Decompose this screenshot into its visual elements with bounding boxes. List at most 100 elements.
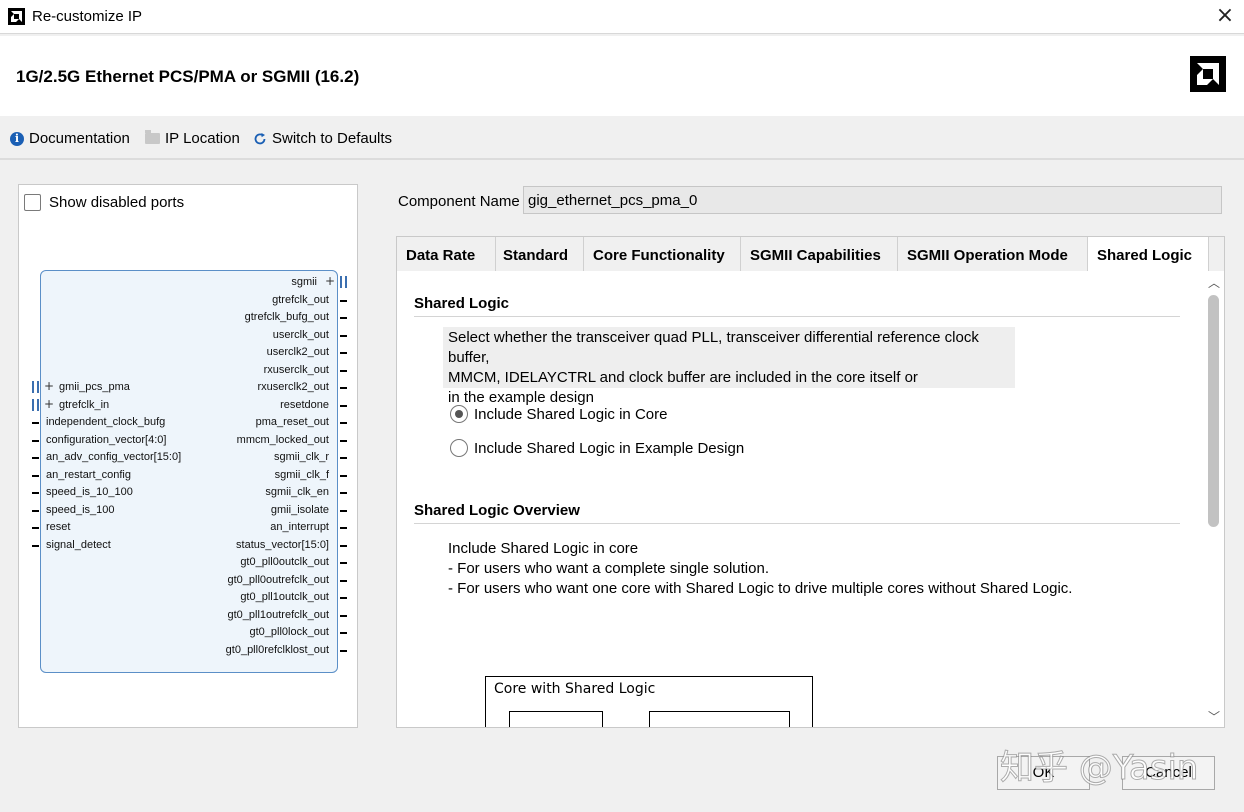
port-label-an-restart-config: an_restart_config [46,468,131,481]
overview-line: Include Shared Logic in core [448,540,639,557]
refresh-icon [253,132,267,146]
port-pin [340,439,347,442]
port-pin [340,579,347,582]
port-pin [340,544,347,547]
close-icon[interactable]: × [1214,5,1236,28]
port-label-sgmii: sgmii [291,276,317,288]
shared-logic-heading: Shared Logic [414,295,510,312]
tab-sgmii-operation-mode[interactable]: SGMII Operation Mode [898,237,1088,271]
port-pin [340,562,347,564]
amd-logo-icon [8,8,25,25]
documentation-button[interactable]: i Documentation [10,130,130,147]
shared-logic-page: Shared Logic Select whether the transcei… [397,271,1205,727]
port-pin [340,632,347,634]
port-label-gtrefclk-out: gtrefclk_out [272,293,329,306]
radio-label: Include Shared Logic in Core [474,405,668,423]
port-pin [340,387,347,389]
radio-label: Include Shared Logic in Example Design [474,439,745,457]
port-pin [340,614,347,617]
radio-shared-logic-in-example[interactable]: Include Shared Logic in Example Design [450,439,744,457]
tab-shared-logic[interactable]: Shared Logic [1088,237,1209,271]
port-pin [32,422,39,424]
diagram-box [649,711,790,727]
component-name-input[interactable] [523,186,1222,214]
ip-symbol-panel: Show disabled ports sgmii + gtrefclk_outgt… [18,184,358,728]
shared-logic-overview-heading: Shared Logic Overview [414,502,580,519]
overview-text: Include Shared Logic in core - For users… [448,539,1072,599]
port-pin [340,649,347,652]
port-label-userclk-out: userclk_out [272,328,329,341]
port-pin [340,369,347,372]
port-label-gt0-pll1outrefclk-out: gt0_pll1outrefclk_out [227,608,329,621]
port-label-status-vector-15-0-: status_vector[15:0] [236,538,329,551]
port-label-signal-detect: signal_detect [46,538,111,551]
port-label-gtrefclk-in: gtrefclk_in [59,398,110,411]
port-pin [340,299,347,302]
port-label-userclk2-out: userclk2_out [266,346,329,358]
scroll-down-icon[interactable]: ﹀ [1208,708,1220,725]
section-divider [414,523,1180,524]
scroll-up-icon[interactable]: ︿ [1208,274,1220,291]
shared-logic-description: Select whether the transceiver quad PLL,… [443,327,1015,406]
port-label-resetdone: resetdone [280,398,329,411]
tab-standard[interactable]: Standard [494,237,584,271]
port-label-an-adv-config-vector-15-0-: an_adv_config_vector[15:0] [46,451,182,463]
port-label-gt0-pll1outclk-out: gt0_pll1outclk_out [240,591,329,603]
scroll-thumb[interactable] [1208,295,1219,527]
expand-icon[interactable]: + [44,380,54,393]
shared-logic-diagram: Core with Shared Logic [485,676,813,727]
port-pin [340,597,347,599]
tab-core-functionality[interactable]: Core Functionality [584,237,741,271]
port-label-speed-is-10-100: speed_is_10_100 [46,486,133,498]
port-label-speed-is-100: speed_is_100 [46,503,115,516]
port-pin [340,317,347,319]
expand-icon[interactable]: + [44,397,54,411]
expand-icon[interactable]: + [325,275,335,288]
port-pin [32,527,39,529]
port-pin [340,352,347,354]
toolbar: i Documentation IP Location Switch to De… [0,116,1244,160]
port-label-gt0-pll0lock-out: gt0_pll0lock_out [249,626,329,638]
port-label-sgmii-clk-f: sgmii_clk_f [274,468,329,481]
port-pin [340,527,347,529]
port-pin [340,404,347,407]
show-disabled-ports-label: Show disabled ports [49,194,185,211]
radio-button[interactable] [450,439,468,457]
port-label-gtrefclk-bufg-out: gtrefclk_bufg_out [244,311,329,323]
port-label-sgmii-clk-en: sgmii_clk_en [265,486,329,498]
radio-button-selected[interactable] [450,405,468,423]
section-divider [414,316,1180,317]
title-bar: Re-customize IP × [0,0,1244,34]
diagram-box [509,711,603,727]
tab-sgmii-capabilities[interactable]: SGMII Capabilities [741,237,898,271]
switch-defaults-label: Switch to Defaults [272,130,393,147]
component-name-label: Component Name [398,193,520,210]
radio-shared-logic-in-core[interactable]: Include Shared Logic in Core [450,405,667,423]
port-label-rxuserclk2-out: rxuserclk2_out [257,381,329,393]
diagram-label: Core with Shared Logic [494,681,656,697]
tab-data-rate[interactable]: Data Rate [397,237,496,271]
overview-line: - For users who want one core with Share… [448,580,1073,597]
amd-logo-icon [1190,56,1226,92]
config-tabs-panel: Data Rate Standard Core Functionality SG… [396,236,1225,728]
overview-line: - For users who want a complete single s… [448,560,769,577]
port-pin [32,509,39,512]
port-label-rxuserclk-out: rxuserclk_out [263,363,329,376]
ip-header: 1G/2.5G Ethernet PCS/PMA or SGMII (16.2) [0,36,1244,116]
ip-location-button[interactable]: IP Location [145,130,240,147]
port-label-gmii-isolate: gmii_isolate [270,503,329,516]
vertical-scrollbar[interactable]: ︿ ﹀ [1205,271,1224,727]
folder-icon [145,130,160,144]
checkbox-box[interactable] [24,194,41,211]
show-disabled-ports-checkbox[interactable]: Show disabled ports [24,194,184,211]
description-line: MMCM, IDELAYCTRL and clock buffer are in… [448,369,918,386]
documentation-label: Documentation [29,130,130,147]
port-pin [340,422,347,424]
port-pin [32,492,39,494]
port-pin [340,474,347,477]
port-label-gt0-pll0outclk-out: gt0_pll0outclk_out [240,556,329,568]
port-label-reset: reset [46,521,71,533]
port-label-an-interrupt: an_interrupt [270,521,329,533]
switch-defaults-button[interactable]: Switch to Defaults [253,130,392,147]
port-pin [340,509,347,512]
